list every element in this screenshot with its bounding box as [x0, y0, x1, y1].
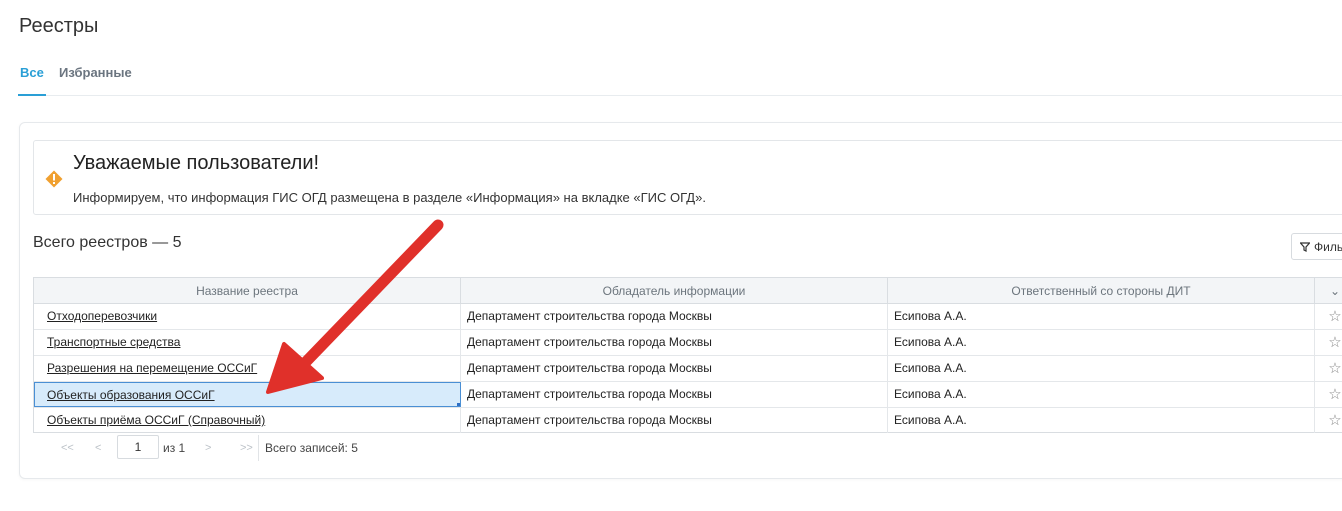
table-header: Название реестра Обладатель информации О…: [34, 278, 1342, 304]
tab-all[interactable]: Все: [18, 64, 46, 96]
filter-icon: [1300, 241, 1310, 252]
favorite-star-icon[interactable]: ☆: [1315, 382, 1342, 407]
cell-name: Отходоперевозчики: [34, 304, 461, 329]
tab-bar: Все Избранные: [18, 64, 1342, 96]
first-page-button[interactable]: <<: [61, 442, 74, 454]
column-header-owner[interactable]: Обладатель информации: [461, 278, 888, 304]
cell-owner: Департамент строительства города Москвы: [461, 382, 888, 407]
cell-name: Разрешения на перемещение ОССиГ: [34, 356, 461, 381]
table-row-selected[interactable]: Объекты образования ОССиГ Департамент ст…: [34, 382, 1342, 408]
registry-link[interactable]: Объекты приёма ОССиГ (Справочный): [47, 413, 265, 427]
page-title: Реестры: [19, 15, 99, 37]
notice-text: Информируем, что информация ГИС ОГД разм…: [73, 190, 706, 205]
cell-owner: Департамент строительства города Москвы: [461, 356, 888, 381]
registry-link[interactable]: Транспортные средства: [47, 335, 180, 349]
notice-title: Уважаемые пользователи!: [73, 152, 320, 174]
favorite-star-icon[interactable]: ☆: [1315, 330, 1342, 355]
cell-name: Объекты образования ОССиГ: [34, 382, 461, 407]
pagination: << < из 1 > >> Всего записей: 5: [33, 433, 533, 463]
cell-responsible: Есипова А.А.: [888, 330, 1315, 355]
registry-link[interactable]: Отходоперевозчики: [47, 309, 157, 323]
filter-button[interactable]: Филь: [1291, 233, 1342, 260]
registry-link[interactable]: Разрешения на перемещение ОССиГ: [47, 361, 257, 375]
registries-table: Название реестра Обладатель информации О…: [33, 277, 1342, 433]
warning-diamond-icon: [45, 170, 63, 188]
cell-responsible: Есипова А.А.: [888, 356, 1315, 381]
cell-name: Транспортные средства: [34, 330, 461, 355]
registries-total: Всего реестров — 5: [33, 234, 182, 251]
table-row[interactable]: Отходоперевозчики Департамент строительс…: [34, 304, 1342, 330]
next-page-button[interactable]: >: [205, 442, 211, 454]
cell-responsible: Есипова А.А.: [888, 382, 1315, 407]
tab-favorites[interactable]: Избранные: [59, 64, 132, 96]
cell-owner: Департамент строительства города Москвы: [461, 330, 888, 355]
notice-banner: Уважаемые пользователи! Информируем, что…: [33, 140, 1342, 215]
column-menu-chevron-icon[interactable]: ⌄: [1315, 278, 1342, 304]
cell-name: Объекты приёма ОССиГ (Справочный): [34, 408, 461, 433]
table-row[interactable]: Транспортные средства Департамент строит…: [34, 330, 1342, 356]
prev-page-button[interactable]: <: [95, 442, 101, 454]
column-header-responsible[interactable]: Ответственный со стороны ДИТ: [888, 278, 1315, 304]
pager-divider: [258, 435, 259, 461]
cell-owner: Департамент строительства города Москвы: [461, 408, 888, 433]
cell-owner: Департамент строительства города Москвы: [461, 304, 888, 329]
registry-link[interactable]: Объекты образования ОССиГ: [47, 388, 215, 402]
filter-button-label: Филь: [1314, 239, 1342, 254]
favorite-star-icon[interactable]: ☆: [1315, 304, 1342, 329]
favorite-star-icon[interactable]: ☆: [1315, 356, 1342, 381]
column-header-name[interactable]: Название реестра: [34, 278, 461, 304]
cell-responsible: Есипова А.А.: [888, 408, 1315, 433]
last-page-button[interactable]: >>: [240, 442, 253, 454]
page-number-input[interactable]: [117, 435, 159, 459]
total-records-label: Всего записей: 5: [265, 441, 358, 455]
cell-responsible: Есипова А.А.: [888, 304, 1315, 329]
page-count-label: из 1: [163, 441, 186, 455]
table-row[interactable]: Разрешения на перемещение ОССиГ Департам…: [34, 356, 1342, 382]
favorite-star-icon[interactable]: ☆: [1315, 408, 1342, 433]
table-row[interactable]: Объекты приёма ОССиГ (Справочный) Департ…: [34, 408, 1342, 434]
